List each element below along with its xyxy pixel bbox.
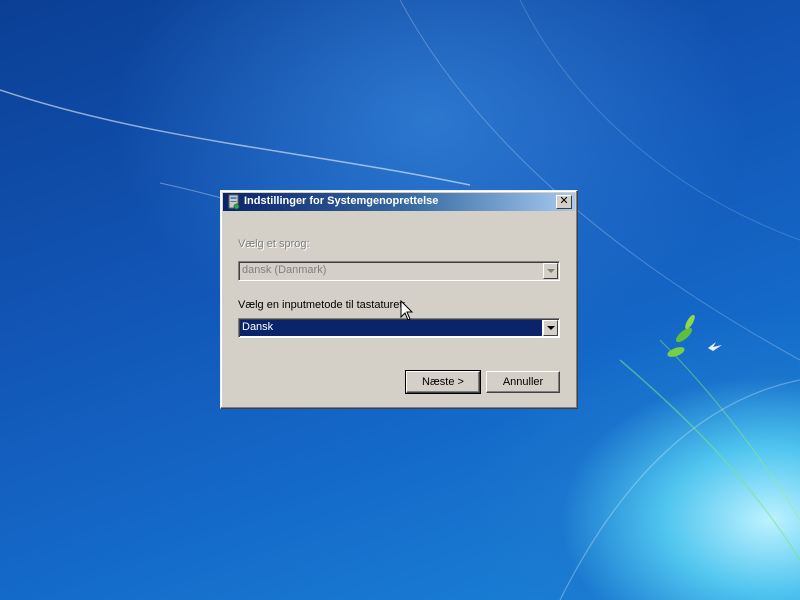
next-button[interactable]: Næste > [405,370,481,394]
dialog-title: Indstillinger for Systemgenoprettelse [244,195,439,207]
language-select: dansk (Danmark) [238,261,560,281]
bird-icon [708,342,722,351]
leaf-logo-icon [667,314,695,357]
input-method-select[interactable]: Dansk [238,318,560,338]
input-method-label: Vælg en inputmetode til tastaturet: [238,299,406,311]
close-icon: ✕ [559,195,569,207]
input-method-select-value: Dansk [240,320,542,336]
close-button[interactable]: ✕ [556,195,572,209]
chevron-down-icon [547,326,555,330]
language-select-value: dansk (Danmark) [242,264,327,276]
input-method-dropdown-button[interactable] [543,320,558,336]
system-recovery-dialog: Indstillinger for Systemgenoprettelse ✕ … [220,190,578,409]
language-label: Vælg et sprog: [238,238,310,250]
mouse-cursor-icon [400,300,414,321]
cancel-button[interactable]: Annuller [486,371,560,393]
chevron-down-icon [547,269,555,273]
system-recovery-icon [228,194,240,210]
dialog-titlebar[interactable]: Indstillinger for Systemgenoprettelse ✕ [223,193,575,211]
language-dropdown-button [543,263,558,279]
